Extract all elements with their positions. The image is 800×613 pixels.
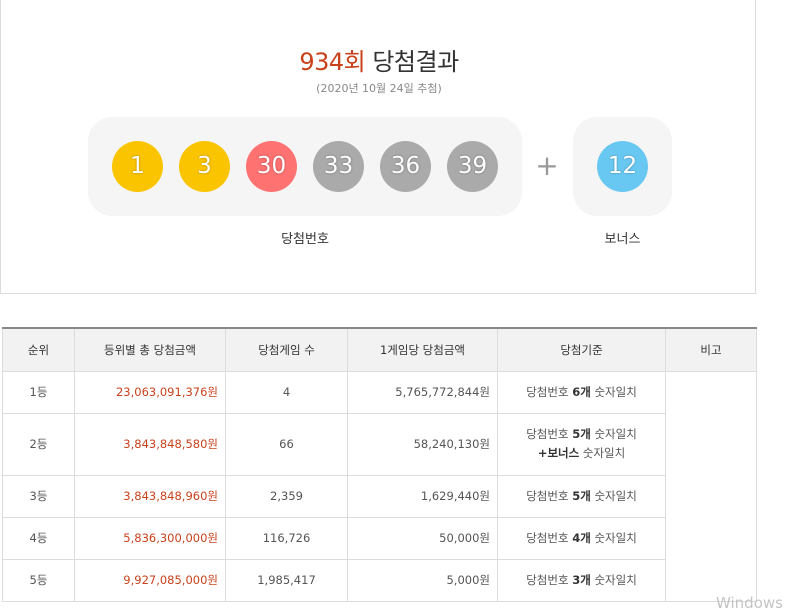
lotto-ball: 33	[313, 141, 364, 192]
lotto-ball: 39	[447, 141, 498, 192]
total-prize-cell: 3,843,848,580원	[74, 412, 226, 476]
criteria-text: 당첨번호	[526, 427, 573, 441]
round-number: 934회	[299, 48, 366, 76]
plus-icon: +	[535, 149, 559, 182]
rank-cell: 4등	[2, 516, 75, 560]
table-row: 2등 3,843,848,580원 66 58,240,130원 당첨번호 5개…	[2, 412, 757, 476]
criteria-count: 3개	[572, 572, 591, 587]
winning-numbers-caption: 당첨번호	[281, 232, 329, 247]
criteria-count: 4개	[572, 530, 591, 545]
table-row: 4등 5,836,300,000원 116,726 50,000원 당첨번호 4…	[2, 516, 757, 560]
page-title: 934회 당첨결과	[1, 42, 757, 77]
total-prize-cell: 23,063,091,376원	[74, 370, 226, 414]
winner-count-cell: 66	[225, 412, 348, 476]
criteria-count: 5개	[572, 488, 591, 503]
criteria-text: 당첨번호	[526, 384, 573, 399]
criteria-bonus: +보너스	[537, 446, 580, 460]
bonus-ball: 12	[597, 141, 648, 192]
prize-per-game-cell: 58,240,130원	[347, 412, 498, 476]
criteria-cell: 당첨번호 5개 숫자일치 +보너스 숫자일치	[497, 412, 666, 476]
header-note: 비고	[665, 327, 757, 372]
criteria-text: 당첨번호	[526, 530, 573, 545]
table-row: 1등 23,063,091,376원 4 5,765,772,844원 당첨번호…	[2, 370, 757, 602]
prize-per-game-cell: 1,629,440원	[347, 474, 498, 518]
criteria-text: 숫자일치	[590, 427, 637, 441]
table-header-row: 순위 등위별 총 당첨금액 당첨게임 수 1게임당 당첨금액 당첨기준 비고	[2, 327, 757, 372]
criteria-text: 당첨번호	[526, 572, 573, 587]
prize-table: 순위 등위별 총 당첨금액 당첨게임 수 1게임당 당첨금액 당첨기준 비고 1…	[2, 327, 757, 602]
bonus-caption: 보너스	[604, 232, 641, 247]
criteria-text: 숫자일치	[590, 488, 637, 503]
prize-per-game-cell: 5,000원	[347, 558, 498, 602]
table-row: 3등 3,843,848,960원 2,359 1,629,440원 당첨번호 …	[2, 474, 757, 518]
criteria-text: 숫자일치	[590, 384, 637, 399]
rank-cell: 2등	[2, 412, 75, 476]
criteria-text: 숫자일치	[579, 446, 626, 460]
note-cell	[665, 370, 757, 602]
header-total-prize: 등위별 총 당첨금액	[74, 327, 226, 372]
criteria-text: 당첨번호	[526, 488, 573, 503]
header-prize-per-game: 1게임당 당첨금액	[347, 327, 498, 372]
header-rank: 순위	[2, 327, 75, 372]
winning-result-box: 934회 당첨결과 (2020년 10월 24일 추첨) 1 3 30 33 3…	[0, 0, 756, 294]
header-winner-count: 당첨게임 수	[225, 327, 348, 372]
criteria-cell: 당첨번호 6개 숫자일치	[497, 370, 666, 414]
rank-cell: 3등	[2, 474, 75, 518]
winner-count-cell: 4	[225, 370, 348, 414]
title-text: 당첨결과	[372, 48, 459, 76]
prize-per-game-cell: 50,000원	[347, 516, 498, 560]
winner-count-cell: 2,359	[225, 474, 348, 518]
lotto-ball: 36	[380, 141, 431, 192]
draw-date: (2020년 10월 24일 추첨)	[316, 82, 442, 95]
criteria-count: 6개	[572, 384, 591, 399]
header-criteria: 당첨기준	[497, 327, 666, 372]
total-prize-cell: 3,843,848,960원	[74, 474, 226, 518]
criteria-text: 숫자일치	[590, 530, 637, 545]
criteria-cell: 당첨번호 3개 숫자일치	[497, 558, 666, 602]
windows-activation-watermark: Windows 정	[716, 594, 783, 612]
winner-count-cell: 116,726	[225, 516, 348, 560]
lotto-ball: 1	[112, 141, 163, 192]
prize-per-game-cell: 5,765,772,844원	[347, 370, 498, 414]
lotto-ball: 3	[179, 141, 230, 192]
criteria-count: 5개	[572, 427, 591, 441]
lotto-ball: 30	[246, 141, 297, 192]
criteria-text: 숫자일치	[590, 572, 637, 587]
total-prize-cell: 9,927,085,000원	[74, 558, 226, 602]
criteria-cell: 당첨번호 5개 숫자일치	[497, 474, 666, 518]
criteria-cell: 당첨번호 4개 숫자일치	[497, 516, 666, 560]
winner-count-cell: 1,985,417	[225, 558, 348, 602]
rank-cell: 5등	[2, 558, 75, 602]
total-prize-cell: 5,836,300,000원	[74, 516, 226, 560]
table-row: 5등 9,927,085,000원 1,985,417 5,000원 당첨번호 …	[2, 558, 757, 602]
rank-cell: 1등	[2, 370, 75, 414]
